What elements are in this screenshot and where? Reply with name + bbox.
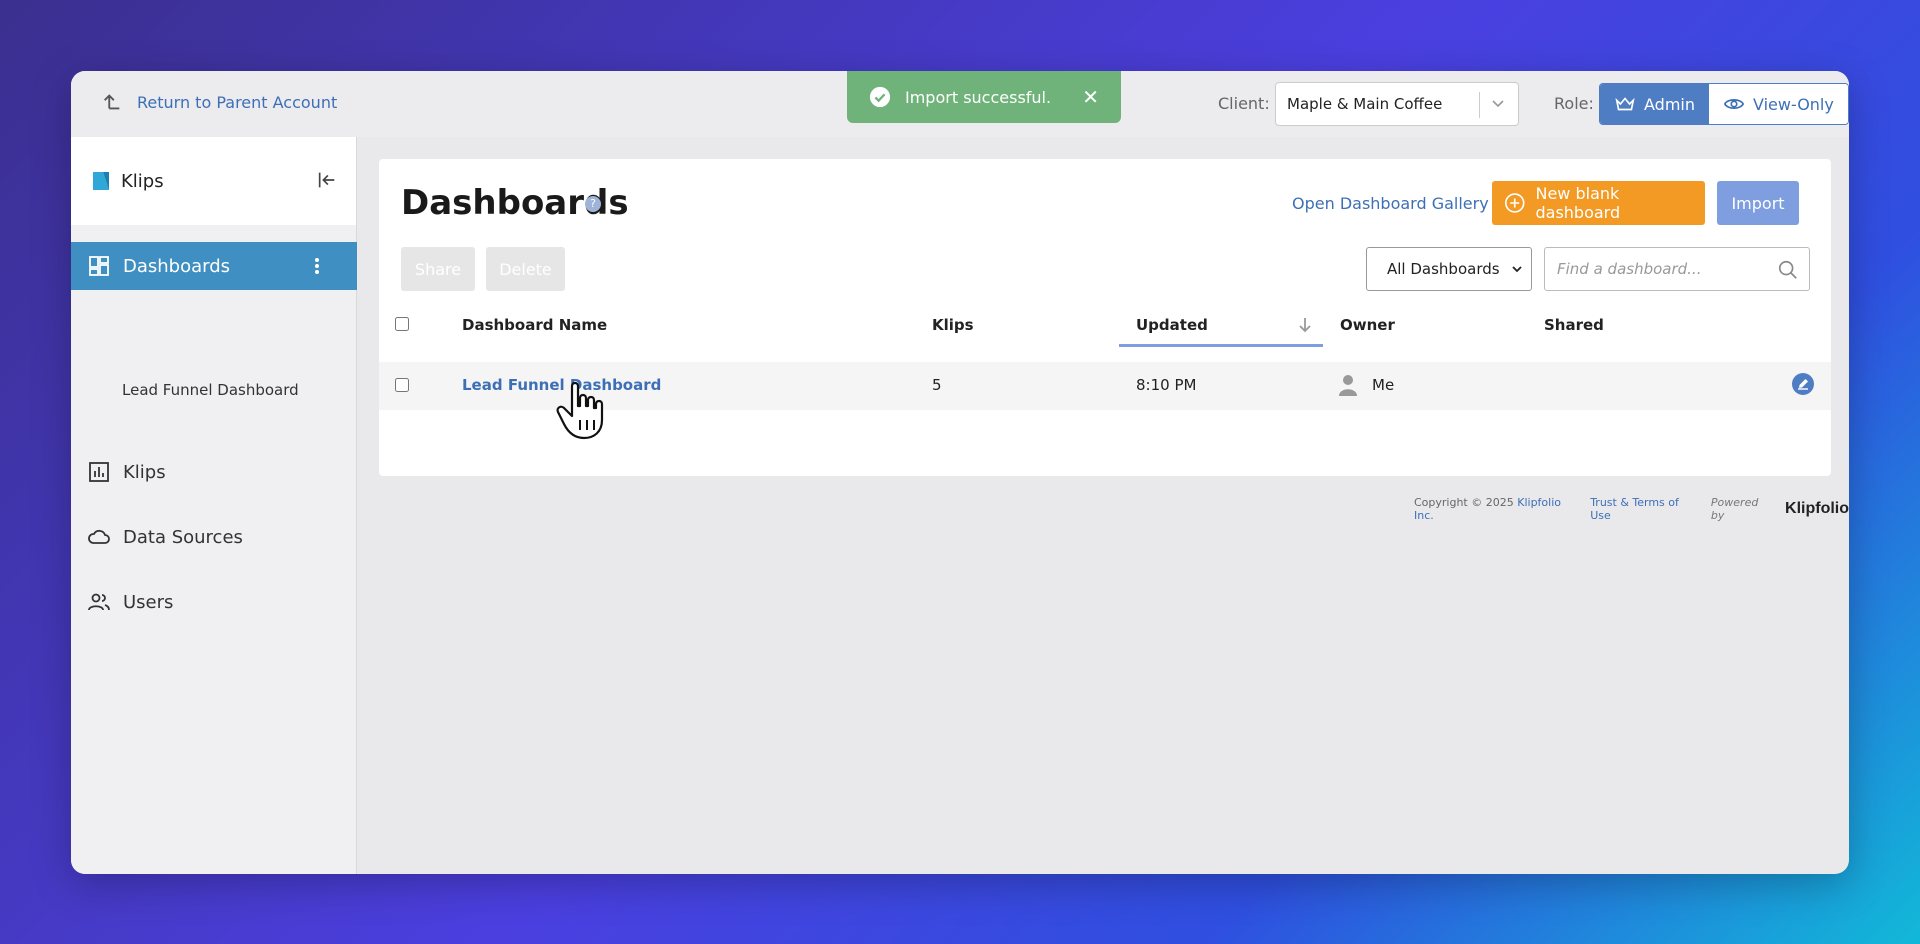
return-arrow-icon [104,94,120,110]
role-admin-label: Admin [1644,94,1695,114]
toast-message: Import successful. [905,87,1052,107]
search-icon[interactable] [1777,259,1799,281]
sidebar-item-label: Data Sources [123,526,243,548]
sidebar-item-label: Users [123,591,174,613]
edit-icon[interactable] [1791,372,1815,396]
import-button[interactable]: Import [1717,181,1799,225]
sidebar-item-data-sources[interactable]: Data Sources [71,513,357,561]
share-button[interactable]: Share [401,247,475,291]
client-value: Maple & Main Coffee [1287,95,1443,113]
delete-button[interactable]: Delete [486,247,565,291]
owner-name: Me [1372,376,1395,394]
column-header-klips[interactable]: Klips [932,316,974,334]
column-header-owner[interactable]: Owner [1340,316,1395,334]
klips-logo-icon [93,172,109,190]
sidebar-item-klips[interactable]: Klips [71,448,357,496]
klipfolio-logo: Klipfolio [1785,500,1849,517]
copyright-text: Copyright © 2025 Klipfolio Inc. [1414,496,1578,522]
client-label: Client: [1218,94,1270,113]
row-checkbox[interactable] [395,378,409,392]
help-icon[interactable]: ? [585,196,601,212]
cloud-icon [88,529,110,544]
close-icon[interactable]: ✕ [1082,85,1099,109]
sidebar-brand: Klips [71,137,356,225]
sidebar-item-label: Klips [123,461,166,483]
dashboard-icon [89,256,109,276]
column-header-updated[interactable]: Updated [1136,316,1208,334]
brand-name: Klips [121,170,164,192]
role-admin-button[interactable]: Admin [1600,84,1709,124]
filter-value: All Dashboards [1387,260,1500,278]
search-input[interactable] [1557,260,1767,278]
terms-link[interactable]: Trust & Terms of Use [1590,496,1699,522]
plus-circle-icon [1504,193,1525,213]
return-label: Return to Parent Account [137,92,338,112]
role-viewonly-button[interactable]: View-Only [1709,84,1848,124]
copyright-label: Copyright © 2025 [1414,496,1514,509]
sort-indicator [1119,344,1323,347]
dashboard-filter-select[interactable]: All Dashboards [1366,247,1532,291]
role-label: Role: [1554,94,1594,113]
app-window: Return to Parent Account Import successf… [71,71,1849,874]
new-blank-dashboard-button[interactable]: New blank dashboard [1492,181,1705,225]
more-vertical-icon[interactable] [307,256,327,276]
klips-count: 5 [932,376,942,394]
role-toggle: Admin View-Only [1599,83,1849,125]
chevron-down-icon [1512,266,1522,273]
column-header-name[interactable]: Dashboard Name [462,316,607,334]
crown-icon [1615,97,1635,111]
sort-descending-icon[interactable] [1297,316,1313,334]
hand-cursor-icon [556,381,604,440]
return-to-parent-link[interactable]: Return to Parent Account [101,91,337,113]
open-gallery-link[interactable]: Open Dashboard Gallery [1292,194,1489,213]
person-icon [1339,375,1357,396]
sidebar-item-label: Dashboards [123,255,231,277]
import-toast: Import successful. ✕ [847,71,1121,123]
collapse-sidebar-icon[interactable] [316,169,338,191]
role-viewonly-label: View-Only [1753,94,1834,114]
table-header: Dashboard Name Klips Updated Owner Share… [379,301,1831,347]
search-box [1544,247,1810,291]
sidebar-item-dashboards[interactable]: Dashboards [71,242,357,290]
updated-time: 8:10 PM [1136,376,1197,394]
sidebar: Klips Dashboards Lead Funnel Dashboard K… [71,137,357,874]
select-all-checkbox[interactable] [395,317,409,331]
check-circle-icon [869,86,891,108]
sidebar-subitem-lead-funnel[interactable]: Lead Funnel Dashboard [122,381,299,399]
column-header-shared[interactable]: Shared [1544,316,1604,334]
footer: Copyright © 2025 Klipfolio Inc. Trust & … [1414,496,1849,522]
users-icon [88,593,110,611]
client-select[interactable]: Maple & Main Coffee [1275,82,1519,126]
select-divider [1479,92,1480,118]
new-button-label: New blank dashboard [1535,184,1621,222]
top-bar: Return to Parent Account Import successf… [71,71,1849,137]
eye-icon [1723,99,1745,109]
powered-by-label: Powered by [1710,496,1759,522]
chart-icon [89,462,109,482]
chevron-down-icon [1492,100,1504,108]
sidebar-item-users[interactable]: Users [71,578,357,626]
